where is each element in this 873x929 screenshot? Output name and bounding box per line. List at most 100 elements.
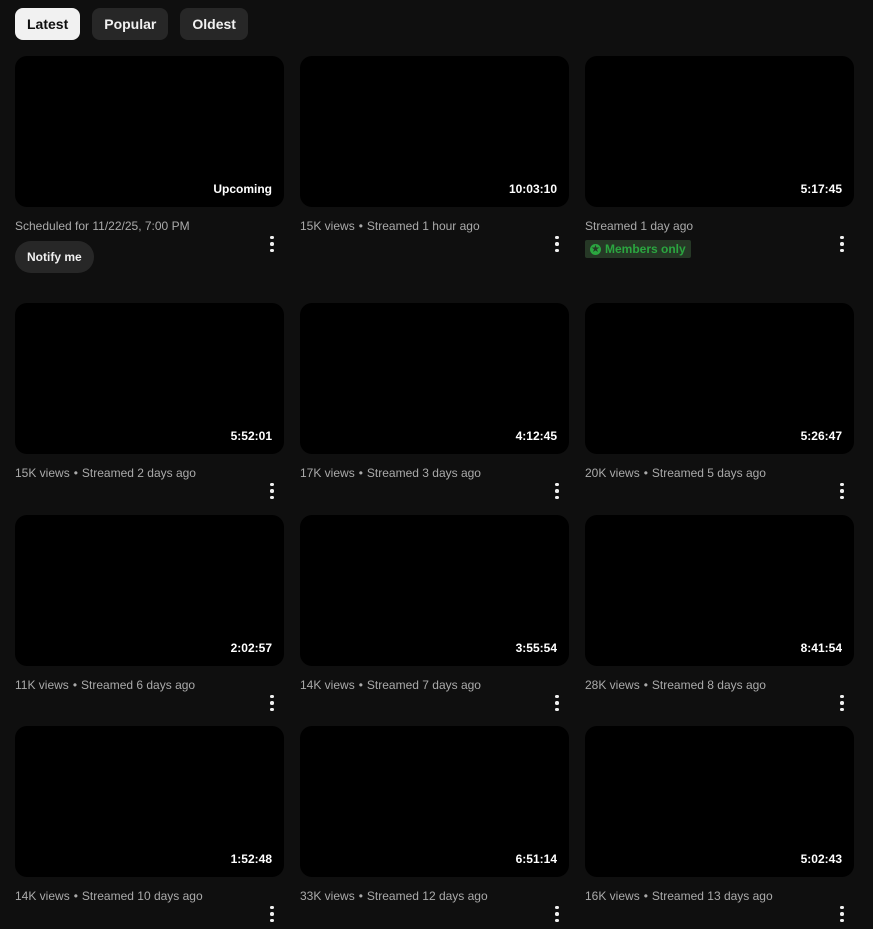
more-vert-icon[interactable] xyxy=(549,693,565,713)
separator-dot: • xyxy=(358,889,363,903)
more-vert-icon[interactable] xyxy=(264,904,280,924)
separator-dot: • xyxy=(73,889,78,903)
separator-dot: • xyxy=(358,678,363,692)
video-card: 5:52:01 15K views • Streamed 2 days ago xyxy=(15,303,284,500)
separator-dot: • xyxy=(73,466,78,480)
video-thumbnail[interactable]: 5:26:47 xyxy=(585,303,854,454)
duration-badge: 3:55:54 xyxy=(515,641,557,655)
stream-age: Streamed 5 days ago xyxy=(651,466,766,480)
video-card: 4:12:45 17K views • Streamed 3 days ago xyxy=(300,303,569,500)
video-thumbnail[interactable]: 5:02:43 xyxy=(585,726,854,877)
duration-badge: 5:17:45 xyxy=(800,182,842,196)
duration-badge: 6:51:14 xyxy=(515,852,557,866)
stream-age: Streamed 12 days ago xyxy=(366,889,488,903)
video-meta: 11K views • Streamed 6 days ago xyxy=(15,677,284,712)
stream-age: Streamed 10 days ago xyxy=(81,889,203,903)
chip-oldest[interactable]: Oldest xyxy=(180,8,248,40)
view-count: 16K views xyxy=(585,889,640,903)
more-vert-icon[interactable] xyxy=(549,481,565,501)
more-vert-icon[interactable] xyxy=(264,234,280,254)
duration-badge: 8:41:54 xyxy=(800,641,842,655)
view-count: 28K views xyxy=(585,678,640,692)
video-meta: Streamed 1 day ago xyxy=(585,218,854,253)
video-meta: 20K views • Streamed 5 days ago xyxy=(585,465,854,500)
stream-age: Streamed 13 days ago xyxy=(651,889,773,903)
video-card: 5:02:43 16K views • Streamed 13 days ago xyxy=(585,726,854,923)
video-card: 8:41:54 28K views • Streamed 8 days ago xyxy=(585,515,854,712)
video-card: 3:55:54 14K views • Streamed 7 days ago xyxy=(300,515,569,712)
video-meta: Scheduled for 11/22/25, 7:00 PM xyxy=(15,218,284,253)
view-count: 20K views xyxy=(585,466,640,480)
upcoming-label: Upcoming xyxy=(213,182,272,196)
separator-dot: • xyxy=(72,678,78,692)
duration-badge: 5:26:47 xyxy=(800,429,842,443)
more-vert-icon[interactable] xyxy=(549,904,565,924)
duration-badge: 5:52:01 xyxy=(230,429,272,443)
view-count: 15K views xyxy=(15,466,70,480)
more-vert-icon[interactable] xyxy=(834,904,850,924)
members-only-label: Members only xyxy=(605,242,686,256)
video-meta: 17K views • Streamed 3 days ago xyxy=(300,465,569,500)
video-thumbnail[interactable]: 5:52:01 xyxy=(15,303,284,454)
stream-age: Streamed 8 days ago xyxy=(651,678,766,692)
video-card: 1:52:48 14K views • Streamed 10 days ago xyxy=(15,726,284,923)
video-thumbnail[interactable]: 1:52:48 xyxy=(15,726,284,877)
stream-age: Streamed 7 days ago xyxy=(366,678,481,692)
video-thumbnail[interactable]: Upcoming xyxy=(15,56,284,207)
stream-age: Streamed 1 day ago xyxy=(585,219,694,233)
video-card: 5:17:45 Streamed 1 day ago ★ Members onl… xyxy=(585,56,854,258)
view-count: 14K views xyxy=(300,678,355,692)
more-vert-icon[interactable] xyxy=(834,481,850,501)
video-thumbnail[interactable]: 5:17:45 xyxy=(585,56,854,207)
members-star-icon: ★ xyxy=(590,243,601,255)
separator-dot: • xyxy=(358,219,363,233)
video-meta: 28K views • Streamed 8 days ago xyxy=(585,677,854,712)
separator-dot: • xyxy=(358,466,363,480)
stream-age: Streamed 2 days ago xyxy=(81,466,196,480)
duration-badge: 10:03:10 xyxy=(508,182,557,196)
duration-badge: 1:52:48 xyxy=(230,852,272,866)
duration-badge: 5:02:43 xyxy=(800,852,842,866)
members-only-badge: ★ Members only xyxy=(585,240,691,258)
chip-popular[interactable]: Popular xyxy=(92,8,169,40)
separator-dot: • xyxy=(643,678,648,692)
video-card: 10:03:10 15K views • Streamed 1 hour ago xyxy=(300,56,569,253)
more-vert-icon[interactable] xyxy=(264,481,280,501)
notify-me-button[interactable]: Notify me xyxy=(15,241,94,273)
video-card: Upcoming Scheduled for 11/22/25, 7:00 PM… xyxy=(15,56,284,273)
view-count: 33K views xyxy=(300,889,355,903)
video-thumbnail[interactable]: 10:03:10 xyxy=(300,56,569,207)
video-meta: 15K views • Streamed 1 hour ago xyxy=(300,218,569,253)
video-meta: 14K views • Streamed 7 days ago xyxy=(300,677,569,712)
video-card: 6:51:14 33K views • Streamed 12 days ago xyxy=(300,726,569,923)
separator-dot: • xyxy=(643,889,648,903)
video-card: 5:26:47 20K views • Streamed 5 days ago xyxy=(585,303,854,500)
more-vert-icon[interactable] xyxy=(834,234,850,254)
separator-dot: • xyxy=(643,466,648,480)
video-thumbnail[interactable]: 8:41:54 xyxy=(585,515,854,666)
more-vert-icon[interactable] xyxy=(834,693,850,713)
video-thumbnail[interactable]: 2:02:57 xyxy=(15,515,284,666)
video-meta: 16K views • Streamed 13 days ago xyxy=(585,888,854,923)
more-vert-icon[interactable] xyxy=(264,693,280,713)
view-count: 15K views xyxy=(300,219,355,233)
stream-age: Streamed 3 days ago xyxy=(366,466,481,480)
duration-badge: 2:02:57 xyxy=(230,641,272,655)
filter-chips: Latest Popular Oldest xyxy=(15,8,248,40)
video-meta: 14K views • Streamed 10 days ago xyxy=(15,888,284,923)
scheduled-text: Scheduled for 11/22/25, 7:00 PM xyxy=(15,219,190,233)
view-count: 11K views xyxy=(15,678,69,692)
video-meta: 33K views • Streamed 12 days ago xyxy=(300,888,569,923)
video-meta: 15K views • Streamed 2 days ago xyxy=(15,465,284,500)
video-thumbnail[interactable]: 3:55:54 xyxy=(300,515,569,666)
video-card: 2:02:57 11K views • Streamed 6 days ago xyxy=(15,515,284,712)
duration-badge: 4:12:45 xyxy=(515,429,557,443)
video-thumbnail[interactable]: 4:12:45 xyxy=(300,303,569,454)
video-thumbnail[interactable]: 6:51:14 xyxy=(300,726,569,877)
chip-latest[interactable]: Latest xyxy=(15,8,81,40)
stream-age: Streamed 6 days ago xyxy=(81,678,196,692)
view-count: 14K views xyxy=(15,889,70,903)
more-vert-icon[interactable] xyxy=(549,234,565,254)
view-count: 17K views xyxy=(300,466,355,480)
stream-age: Streamed 1 hour ago xyxy=(366,219,480,233)
